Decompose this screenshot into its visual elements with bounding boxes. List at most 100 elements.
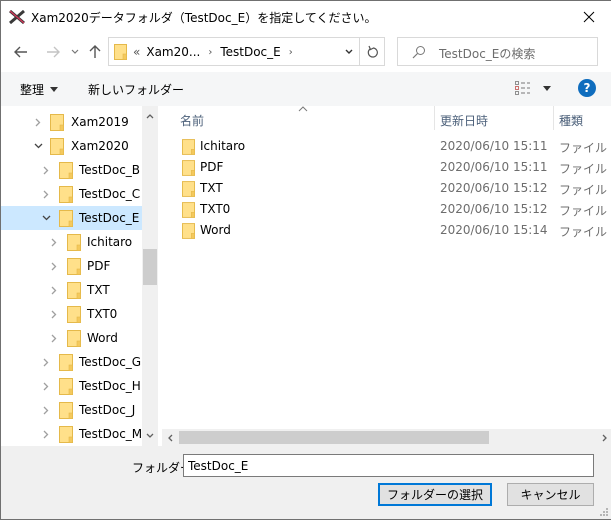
tree-item[interactable]: TestDoc_B xyxy=(1,158,142,182)
tree-item[interactable]: TestDoc_C xyxy=(1,182,142,206)
folder-icon xyxy=(50,138,64,158)
tree-item-label: TestDoc_E xyxy=(79,211,140,225)
cancel-button[interactable]: キャンセル xyxy=(507,483,594,506)
file-list-horizontal-scrollbar[interactable] xyxy=(162,429,611,446)
up-button[interactable] xyxy=(87,41,103,63)
tree-item-label: TXT xyxy=(87,283,110,297)
chevron-right-icon[interactable] xyxy=(41,165,51,175)
chevron-down-icon[interactable] xyxy=(33,141,43,151)
file-type: ファイル フォルダー xyxy=(559,183,611,197)
tree-item-label: Word xyxy=(87,331,118,345)
file-name: PDF xyxy=(200,160,224,174)
breadcrumb-separator-icon[interactable]: › xyxy=(208,47,212,58)
recent-locations-button[interactable] xyxy=(68,41,82,63)
folder-icon xyxy=(114,44,127,60)
navigation-tree: Xam2019 Xam2020 TestDoc_B TestDoc_C TestDoc_… xyxy=(1,106,142,446)
tree-item[interactable]: Word xyxy=(1,326,142,350)
search-placeholder: TestDoc_Eの検索 xyxy=(439,47,536,61)
chevron-right-icon[interactable] xyxy=(49,333,59,343)
new-folder-button[interactable]: 新しいフォルダー xyxy=(88,81,184,98)
chevron-right-icon[interactable] xyxy=(41,357,51,367)
back-button[interactable] xyxy=(11,41,31,63)
file-modified: 2020/06/10 15:12 xyxy=(440,181,548,195)
chevron-down-icon[interactable] xyxy=(41,213,51,223)
folder-icon xyxy=(182,202,195,221)
navigation-bar: « Xam20... › TestDoc_E › TestDoc_Eの検索 xyxy=(1,33,611,72)
details-view-icon xyxy=(515,81,530,95)
file-type: ファイル フォルダー xyxy=(559,225,611,239)
address-bar[interactable]: « Xam20... › TestDoc_E › xyxy=(108,37,385,66)
tree-item[interactable]: TestDoc_M xyxy=(1,422,142,446)
breadcrumb-overflow[interactable]: « xyxy=(133,45,140,59)
dropdown-arrow-icon xyxy=(543,85,551,91)
file-name: Word xyxy=(200,223,231,237)
tree-vertical-scrollbar[interactable] xyxy=(142,106,158,446)
tree-item[interactable]: TestDoc_H xyxy=(1,374,142,398)
breadcrumb-item-xam2020[interactable]: Xam20... xyxy=(146,45,200,59)
column-header-type[interactable]: 種類 xyxy=(554,106,611,132)
scroll-left-icon[interactable] xyxy=(162,429,178,446)
refresh-button[interactable] xyxy=(359,38,385,65)
scroll-up-icon[interactable] xyxy=(142,108,158,125)
tree-item[interactable]: TXT0 xyxy=(1,302,142,326)
tree-item[interactable]: Xam2020 xyxy=(1,134,142,158)
resize-grip-icon[interactable] xyxy=(598,506,608,516)
tree-item[interactable]: TXT xyxy=(1,278,142,302)
chevron-right-icon[interactable] xyxy=(49,309,59,319)
chevron-right-icon[interactable] xyxy=(41,381,51,391)
chevron-right-icon[interactable] xyxy=(49,261,59,271)
file-type: ファイル フォルダー xyxy=(559,162,611,176)
chevron-right-icon[interactable] xyxy=(33,117,43,127)
column-header-name[interactable]: 名前 xyxy=(162,106,434,132)
forward-button[interactable] xyxy=(43,41,63,63)
title-bar: Xam2020データフォルダ（TestDoc_E）を指定してください。 xyxy=(1,1,611,33)
help-button[interactable]: ? xyxy=(578,79,596,97)
chevron-right-icon[interactable] xyxy=(41,405,51,415)
breadcrumb-separator-icon[interactable]: › xyxy=(289,47,293,58)
address-dropdown-button[interactable] xyxy=(339,38,359,65)
tree-item-label: TXT0 xyxy=(87,307,118,321)
breadcrumb-item-testdoc-e[interactable]: TestDoc_E xyxy=(220,45,280,59)
close-button[interactable] xyxy=(566,1,611,33)
file-row[interactable]: PDF 2020/06/10 15:11 ファイル フォルダー xyxy=(162,157,611,178)
column-modified-label: 更新日時 xyxy=(440,114,489,128)
folder-icon xyxy=(67,306,81,326)
browser-panes: Xam2019 Xam2020 TestDoc_B TestDoc_C TestDoc_… xyxy=(1,106,611,446)
scrollbar-thumb[interactable] xyxy=(179,431,489,444)
tree-item[interactable]: Ichitaro xyxy=(1,230,142,254)
file-row[interactable]: Word 2020/06/10 15:14 ファイル フォルダー xyxy=(162,220,611,241)
scrollbar-thumb[interactable] xyxy=(143,249,157,285)
file-row[interactable]: TXT0 2020/06/10 15:12 ファイル フォルダー xyxy=(162,199,611,220)
tree-item[interactable]: Xam2019 xyxy=(1,110,142,134)
search-input[interactable]: TestDoc_Eの検索 xyxy=(397,37,598,66)
chevron-right-icon[interactable] xyxy=(49,285,59,295)
column-header-modified[interactable]: 更新日時 xyxy=(435,106,553,132)
select-folder-button[interactable]: フォルダーの選択 xyxy=(378,483,492,506)
folder-name-input[interactable] xyxy=(183,454,594,477)
file-name: TXT0 xyxy=(200,202,231,216)
folder-icon xyxy=(67,330,81,350)
folder-icon xyxy=(59,426,73,446)
file-row[interactable]: TXT 2020/06/10 15:12 ファイル フォルダー xyxy=(162,178,611,199)
organize-button[interactable]: 整理 xyxy=(20,81,59,98)
scroll-down-icon[interactable] xyxy=(142,427,158,444)
file-row[interactable]: Ichitaro 2020/06/10 15:11 ファイル フォルダー xyxy=(162,136,611,157)
tree-item[interactable]: TestDoc_J xyxy=(1,398,142,422)
folder-icon xyxy=(182,181,195,200)
tree-item[interactable]: PDF xyxy=(1,254,142,278)
search-icon xyxy=(412,46,425,59)
sort-ascending-icon xyxy=(298,106,308,112)
tree-item[interactable]: TestDoc_E xyxy=(1,206,142,230)
chevron-right-icon[interactable] xyxy=(41,429,51,439)
file-modified: 2020/06/10 15:11 xyxy=(440,160,548,174)
file-type: ファイル フォルダー xyxy=(559,204,611,218)
tree-item-label: TestDoc_B xyxy=(79,163,141,177)
chevron-right-icon[interactable] xyxy=(49,237,59,247)
tree-item[interactable]: TestDoc_G xyxy=(1,350,142,374)
change-view-button[interactable] xyxy=(515,81,551,95)
chevron-right-icon[interactable] xyxy=(41,189,51,199)
folder-icon xyxy=(50,114,64,134)
command-bar: 整理 新しいフォルダー ? xyxy=(1,72,611,106)
scroll-right-icon[interactable] xyxy=(596,429,611,446)
folder-icon xyxy=(67,282,81,302)
